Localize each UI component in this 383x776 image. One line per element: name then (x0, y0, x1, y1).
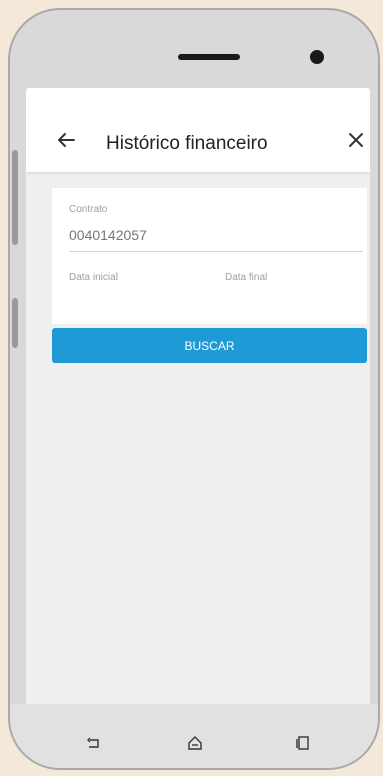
back-icon[interactable] (85, 734, 103, 752)
contract-underline (69, 251, 363, 252)
start-date-label: Data inicial (69, 272, 118, 283)
camera (310, 50, 324, 64)
home-icon[interactable] (186, 734, 204, 752)
contract-field[interactable]: 0040142057 (69, 227, 147, 243)
search-form-card: Contrato 0040142057 Data inicial Data fi… (52, 188, 367, 324)
start-date-field[interactable] (69, 286, 209, 314)
arrow-left-icon[interactable] (54, 128, 78, 152)
end-date-field[interactable] (225, 286, 365, 314)
search-button[interactable]: BUSCAR (52, 328, 367, 363)
volume-button (12, 150, 18, 245)
app-screen: Histórico financeiro Contrato 0040142057… (26, 88, 370, 710)
recents-icon[interactable] (294, 734, 312, 752)
contract-label: Contrato (69, 204, 108, 215)
system-nav-bar (10, 704, 378, 768)
power-button (12, 298, 18, 348)
phone-frame: Histórico financeiro Contrato 0040142057… (8, 8, 380, 770)
app-bar: Histórico financeiro (26, 88, 370, 172)
speaker (178, 54, 240, 60)
end-date-label: Data final (225, 272, 268, 283)
close-icon[interactable] (346, 130, 366, 150)
page-title: Histórico financeiro (106, 133, 268, 154)
